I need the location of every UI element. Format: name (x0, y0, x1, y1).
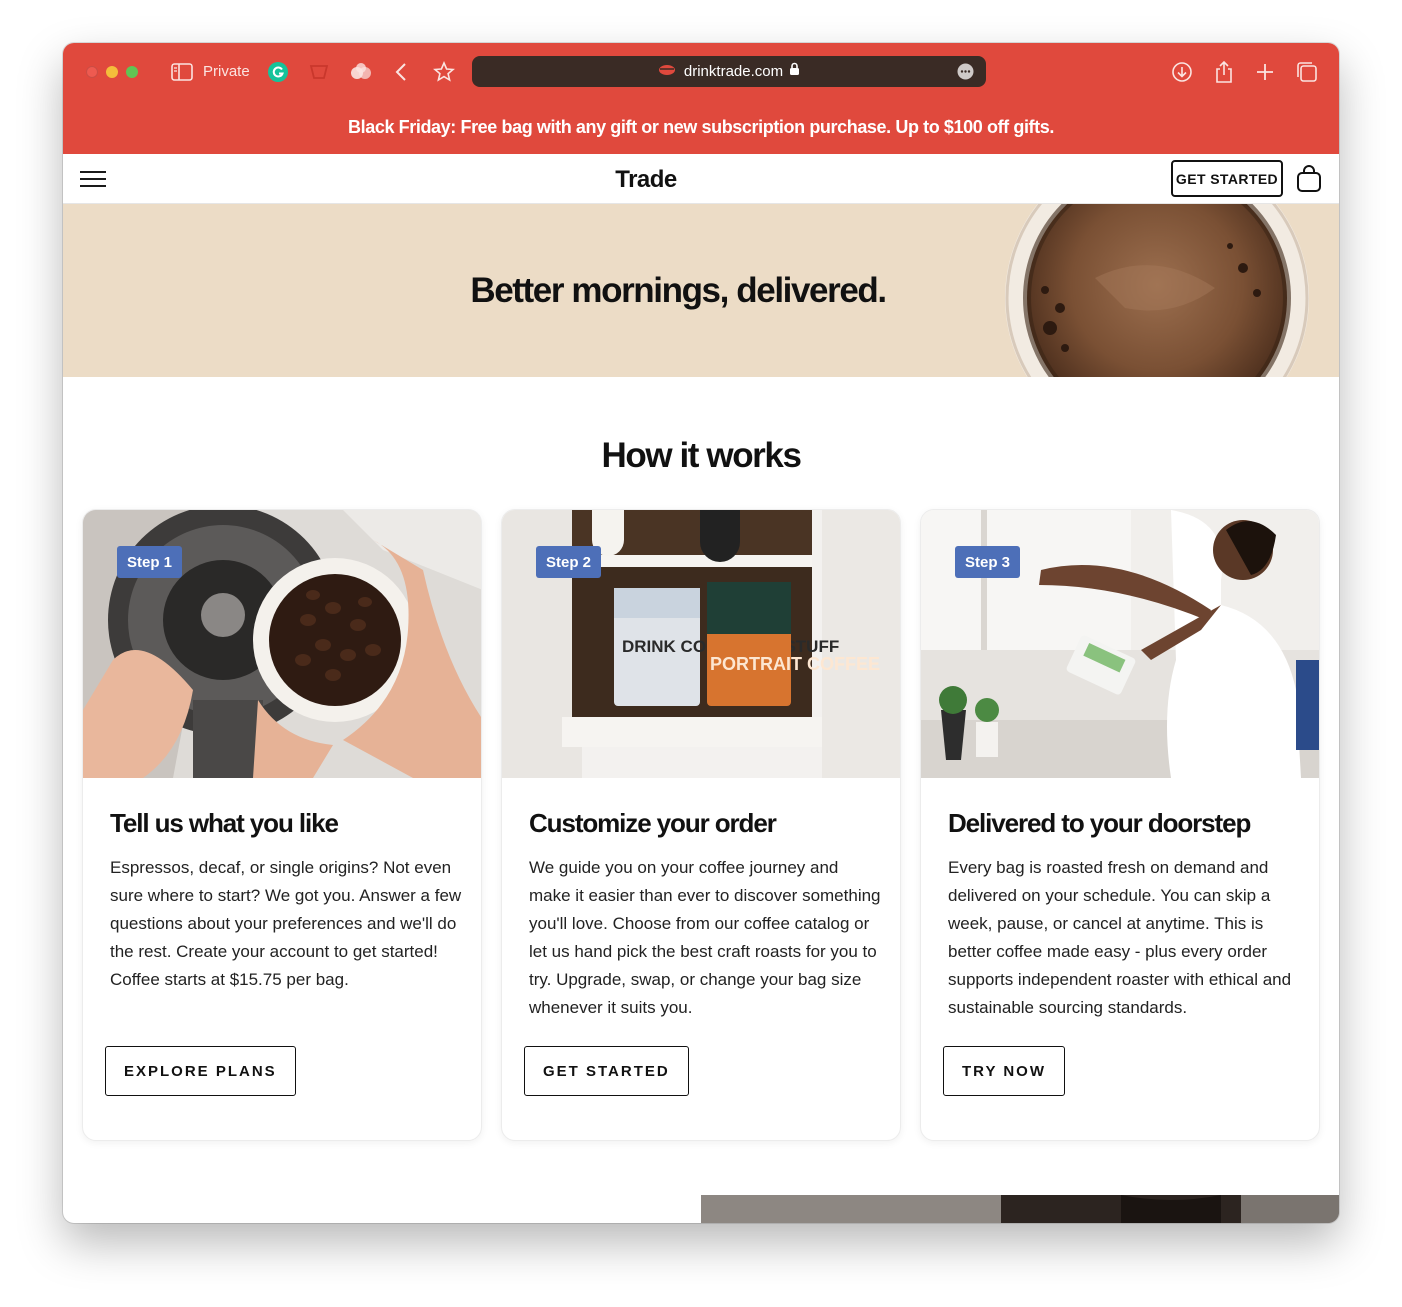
step-description: We guide you on your coffee journey and … (529, 858, 881, 1017)
address-bar[interactable]: drinktrade.com (472, 56, 986, 87)
step-title: Tell us what you like (110, 808, 339, 838)
step-title: Delivered to your doorstep (948, 808, 1251, 838)
promo-banner[interactable]: Black Friday: Free bag with any gift or … (63, 101, 1339, 154)
cart-icon[interactable] (1296, 165, 1322, 193)
step-card-2: DRINK COFFEE DO STUFF PORTRAIT COFFEE St… (501, 509, 901, 1141)
bag-label-portrait-coffee: PORTRAIT COFFEE (710, 654, 880, 674)
private-mode-label: Private (203, 63, 250, 80)
site-header: Trade GET STARTED (63, 154, 1339, 204)
coffee-cup-image (1005, 204, 1309, 377)
site-favicon-icon (658, 63, 676, 81)
step-badge: Step 3 (955, 546, 1021, 578)
explore-plans-button[interactable]: EXPLORE PLANS (105, 1046, 296, 1096)
maximize-window-button[interactable] (126, 66, 138, 78)
lock-icon (789, 62, 800, 81)
back-icon[interactable] (388, 59, 414, 85)
step-badge: Step 1 (117, 546, 183, 578)
tab-overview-icon[interactable] (1294, 59, 1320, 85)
step-description: Every bag is roasted fresh on demand and… (948, 858, 1292, 1017)
share-icon[interactable] (1211, 59, 1237, 85)
step-card-1: Step 1 Tell us what you like Espressos, … (82, 509, 482, 1141)
bookmark-star-icon[interactable] (431, 59, 457, 85)
grammarly-extension-icon[interactable] (265, 59, 291, 85)
site-logo[interactable]: Trade (63, 166, 1229, 194)
grinder-beans-image: Step 1 (83, 510, 481, 778)
downloads-icon[interactable] (1169, 59, 1195, 85)
header-get-started-button[interactable]: GET STARTED (1171, 160, 1283, 197)
sidebar-icon[interactable] (169, 59, 195, 85)
next-section-image (701, 1195, 1339, 1223)
browser-window: Private drinktrade.com Black Friday: Fre… (63, 43, 1339, 1223)
close-window-button[interactable] (86, 66, 98, 78)
step-card-3: Step 3 Delivered to your doorstep Every … (920, 509, 1320, 1141)
step-badge: Step 2 (536, 546, 602, 578)
step-description: Espressos, decaf, or single origins? Not… (110, 858, 462, 989)
extension-icon[interactable] (306, 59, 332, 85)
new-tab-icon[interactable] (1252, 59, 1278, 85)
hero-banner: Better mornings, delivered. (63, 204, 1339, 377)
step-title: Customize your order (529, 808, 777, 838)
more-options-icon[interactable] (957, 63, 974, 85)
browser-toolbar: Private drinktrade.com (63, 43, 1339, 101)
coffee-cabinet-image: DRINK COFFEE DO STUFF PORTRAIT COFFEE St… (502, 510, 900, 778)
url-text: drinktrade.com (683, 63, 784, 80)
doorstep-delivery-image: Step 3 (921, 510, 1319, 778)
try-now-button[interactable]: TRY NOW (943, 1046, 1065, 1096)
how-it-works-title: How it works (601, 436, 801, 475)
get-started-button[interactable]: GET STARTED (524, 1046, 689, 1096)
tracker-extension-icon[interactable] (348, 59, 374, 85)
minimize-window-button[interactable] (106, 66, 118, 78)
promo-text[interactable]: Black Friday: Free bag with any gift or … (348, 117, 1054, 138)
